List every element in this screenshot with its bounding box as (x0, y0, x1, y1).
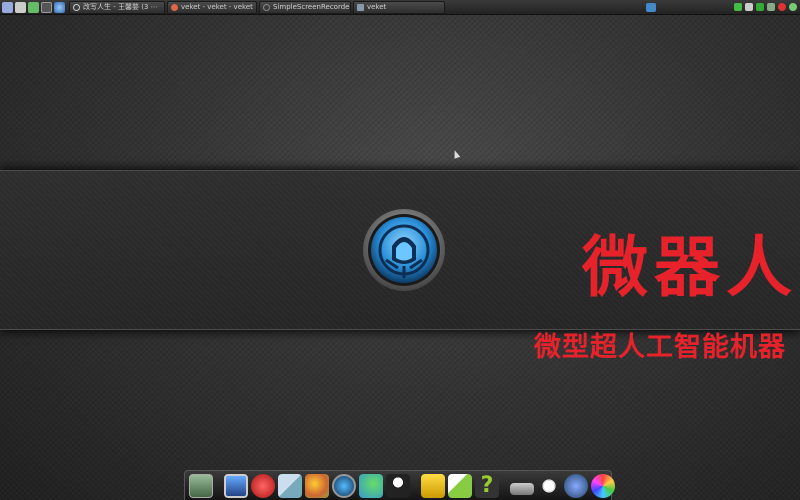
terminal-icon[interactable] (189, 473, 213, 498)
red-app-icon[interactable] (251, 473, 275, 498)
help-icon[interactable]: ? (475, 473, 499, 498)
clock-icon (73, 3, 80, 11)
media-player-icon[interactable] (332, 473, 356, 498)
penguin-icon[interactable] (386, 473, 410, 498)
task-label: SimpleScreenRecorder (273, 3, 351, 11)
globe-icon[interactable] (564, 473, 588, 498)
task-label: veket - veket - veket (181, 3, 253, 11)
folder-icon (357, 3, 364, 11)
volume-icon[interactable] (745, 3, 753, 11)
clipboard-icon[interactable] (767, 3, 775, 11)
task-button-1[interactable]: 改写人生 - 王馨婺 (3 ⋯ (69, 0, 165, 14)
brand-title: 微器人 (582, 229, 798, 306)
robot-logo-icon (363, 209, 445, 291)
brand-subtitle: 微型超人工智能机器 (534, 332, 786, 363)
shield-icon[interactable] (734, 3, 742, 11)
quick-launcher (0, 0, 67, 14)
image-viewer-icon[interactable] (448, 473, 472, 498)
browser-icon (171, 3, 178, 11)
monitor-icon[interactable] (224, 473, 248, 498)
top-taskbar: 改写人生 - 王馨婺 (3 ⋯ veket - veket - veket Si… (0, 0, 800, 15)
task-label: veket (367, 3, 387, 11)
display-icon[interactable] (756, 3, 764, 11)
text-editor-icon[interactable] (278, 473, 302, 498)
network-users-icon[interactable] (359, 473, 383, 498)
terminal-icon[interactable] (41, 1, 52, 13)
network-icon[interactable] (646, 2, 656, 12)
brightness-icon[interactable] (537, 473, 561, 498)
refresh-icon[interactable] (28, 1, 39, 13)
color-orb-icon[interactable] (591, 473, 615, 498)
user-icon[interactable] (15, 1, 26, 13)
task-button-4[interactable]: veket (353, 0, 445, 14)
folder-icon[interactable] (421, 473, 445, 498)
system-tray (646, 0, 800, 14)
power-icon[interactable] (778, 3, 786, 11)
browser-icon[interactable] (54, 1, 65, 13)
task-button-2[interactable]: veket - veket - veket (167, 0, 257, 14)
paint-icon[interactable] (305, 473, 329, 498)
record-icon (263, 3, 270, 11)
globe-icon[interactable] (789, 3, 797, 11)
system-icon[interactable] (2, 1, 13, 13)
application-dock: ? (184, 470, 615, 500)
task-label: 改写人生 - 王馨婺 (3 ⋯ (83, 3, 158, 11)
task-button-3[interactable]: SimpleScreenRecorder (259, 0, 351, 14)
drive-icon[interactable] (510, 482, 534, 495)
